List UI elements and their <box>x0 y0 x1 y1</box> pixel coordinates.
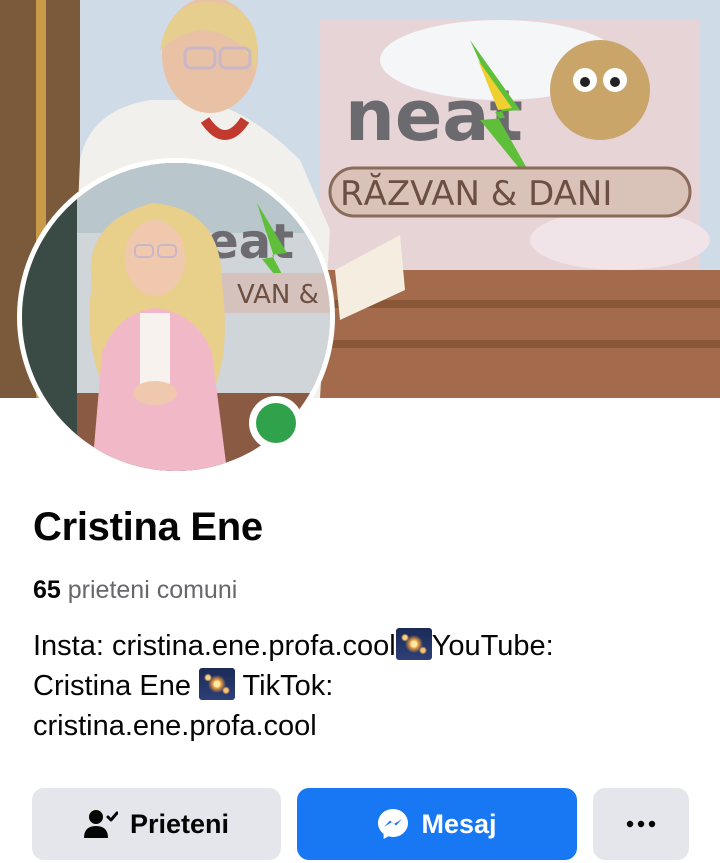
more-options-button[interactable] <box>593 788 689 860</box>
bio-youtube-name: Cristina Ene <box>33 670 200 702</box>
more-dots-icon <box>626 820 656 828</box>
bio-line-1: Insta: cristina.ene.profa.cool YouTube: <box>33 626 693 666</box>
friends-button-label: Prieteni <box>129 808 230 839</box>
bio-line-3: cristina.ene.profa.cool <box>33 710 317 742</box>
bio-youtube-label: YouTube: <box>431 630 554 662</box>
svg-text:RĂZVAN & DANI: RĂZVAN & DANI <box>340 173 612 214</box>
profile-name: Cristina Ene <box>33 505 263 549</box>
bio-tiktok-label: TikTok: <box>235 670 334 702</box>
profile-bio: Insta: cristina.ene.profa.cool YouTube: C… <box>33 626 693 746</box>
messenger-icon <box>378 809 409 839</box>
mutual-friends-count: 65 <box>33 576 61 604</box>
friends-check-icon <box>83 810 118 838</box>
message-button[interactable]: Mesaj <box>297 788 577 860</box>
fireworks-icon <box>395 628 432 660</box>
bio-line-2: Cristina Ene TikTok: <box>33 666 693 706</box>
online-status-dot <box>256 403 296 443</box>
message-button-label: Mesaj <box>421 808 497 839</box>
mutual-friends-label: prieteni comuni <box>67 576 238 604</box>
fireworks-icon <box>199 668 236 700</box>
online-status-indicator <box>249 396 303 450</box>
friends-button[interactable]: Prieteni <box>32 788 281 860</box>
bio-insta-text: Insta: cristina.ene.profa.cool <box>33 630 396 662</box>
mutual-friends[interactable]: 65 prieteni comuni <box>33 576 237 605</box>
svg-text:VAN & DA: VAN & DA <box>237 280 330 310</box>
